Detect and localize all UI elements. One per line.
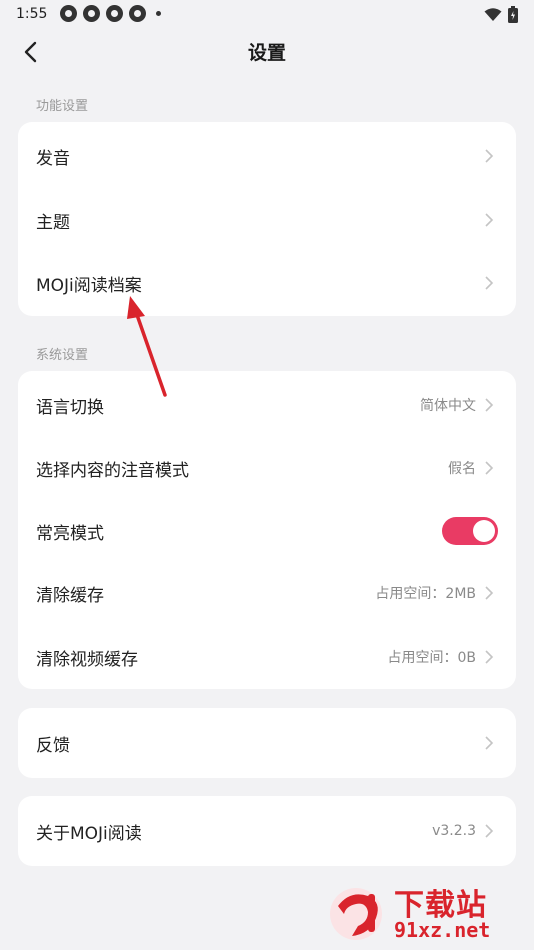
row-label: 关于MOJi阅读 (36, 823, 142, 844)
chevron-right-icon (485, 824, 494, 838)
row-about[interactable]: 关于MOJi阅读 v3.2.3 (18, 799, 516, 863)
version-value: v3.2.3 (432, 823, 476, 839)
row-label: 清除视频缓存 (36, 649, 138, 670)
row-label: 清除缓存 (36, 585, 104, 606)
feedback-card: 反馈 (18, 708, 516, 778)
row-label: 选择内容的注音模式 (36, 460, 189, 481)
section-label-function: 功能设置 (36, 99, 89, 114)
row-reading-profile[interactable]: MOJi阅读档案 (18, 251, 516, 315)
section-label-system: 系统设置 (36, 348, 89, 363)
app-notification-icon (60, 5, 77, 22)
page-title: 设置 (247, 42, 286, 64)
toggle-knob (473, 520, 495, 542)
about-card: 关于MOJi阅读 v3.2.3 (18, 796, 516, 866)
status-time: 1:55 (16, 6, 48, 22)
chevron-right-icon (485, 276, 494, 290)
row-value: 简体中文 (420, 398, 476, 414)
row-label: MOJi阅读档案 (36, 275, 142, 296)
row-value: 假名 (448, 461, 476, 477)
app-notification-icon (83, 5, 100, 22)
watermark-emblem-icon (330, 888, 382, 940)
row-label: 发音 (36, 148, 70, 169)
chevron-right-icon (485, 398, 494, 412)
chevron-right-icon (485, 586, 494, 600)
top-bar: 设置 (0, 30, 534, 74)
row-clear-cache[interactable]: 清除缓存 占用空间：2MB (18, 561, 516, 625)
chevron-right-icon (485, 736, 494, 750)
row-keep-screen-on: 常亮模式 (18, 499, 516, 563)
watermark-logo: 下载站 91xz.net (328, 880, 528, 946)
battery-icon (508, 6, 518, 23)
keep-screen-on-toggle[interactable] (442, 517, 498, 545)
chevron-right-icon (485, 650, 494, 664)
chevron-right-icon (485, 213, 494, 227)
chevron-right-icon (485, 461, 494, 475)
row-label: 常亮模式 (36, 523, 104, 544)
watermark-url: 91xz.net (394, 918, 491, 942)
app-notification-icon (129, 5, 146, 22)
row-value: 占用空间：2MB (375, 586, 476, 602)
row-value: 占用空间：0B (387, 650, 476, 666)
status-bar: 1:55 (0, 0, 534, 30)
more-notifications-icon (156, 11, 161, 16)
function-settings-card: 发音 主题 MOJi阅读档案 (18, 122, 516, 316)
row-clear-video-cache[interactable]: 清除视频缓存 占用空间：0B (18, 625, 516, 689)
row-feedback[interactable]: 反馈 (18, 711, 516, 775)
wifi-icon (484, 7, 502, 21)
row-annotation-mode[interactable]: 选择内容的注音模式 假名 (18, 436, 516, 500)
system-settings-card: 语言切换 简体中文 选择内容的注音模式 假名 常亮模式 清除缓存 占用空间：2M… (18, 371, 516, 689)
row-label: 语言切换 (36, 397, 104, 418)
app-notification-icon (106, 5, 123, 22)
row-language[interactable]: 语言切换 简体中文 (18, 373, 516, 437)
row-pronunciation[interactable]: 发音 (18, 124, 516, 188)
chevron-right-icon (485, 149, 494, 163)
notification-icons (60, 5, 161, 22)
row-label: 反馈 (36, 735, 70, 756)
row-theme[interactable]: 主题 (18, 188, 516, 252)
row-label: 主题 (36, 212, 70, 233)
system-icons (484, 6, 518, 23)
